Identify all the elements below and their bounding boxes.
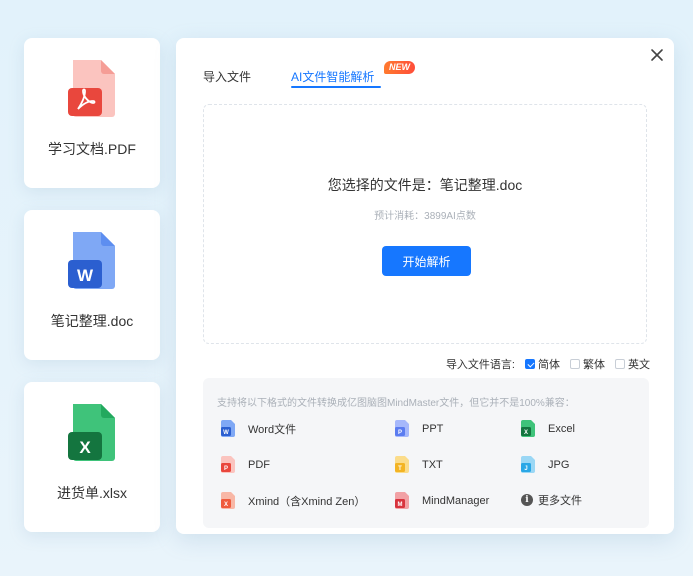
format-letter: M xyxy=(398,502,403,508)
jpg-icon: J xyxy=(521,456,535,473)
format-item-jpg: J JPG xyxy=(521,456,569,473)
ppt-icon: P xyxy=(395,420,409,437)
format-letter: W xyxy=(223,430,229,436)
format-label: Excel xyxy=(548,422,575,435)
format-label: TXT xyxy=(422,458,443,471)
file-card-excel[interactable]: X 进货单.xlsx xyxy=(24,382,160,532)
tab-ai-parse[interactable]: AI文件智能解析 xyxy=(291,68,374,85)
format-label: 更多文件 xyxy=(538,495,582,507)
pdf-file-icon xyxy=(68,60,115,117)
lang-option-label: 简体 xyxy=(538,359,560,371)
formats-note: 支持将以下格式的文件转换成亿图脑图MindMaster文件，但它并不是100%兼… xyxy=(217,398,575,409)
format-item-mindmanager: M MindManager xyxy=(395,492,489,509)
format-item-pdf: P PDF xyxy=(221,456,270,473)
lang-option-label: 英文 xyxy=(628,359,650,371)
word-glyph: W xyxy=(77,266,94,285)
lang-option-english[interactable]: 英文 xyxy=(615,356,650,372)
file-card-name: 学习文档.PDF xyxy=(48,141,136,157)
checkbox-checked-icon[interactable] xyxy=(525,359,535,369)
supported-formats: 支持将以下格式的文件转换成亿图脑图MindMaster文件，但它并不是100%兼… xyxy=(203,378,649,528)
checkbox-icon[interactable] xyxy=(570,359,580,369)
format-label: MindManager xyxy=(422,494,490,507)
format-label: PPT xyxy=(422,422,444,435)
more-files-link[interactable]: i 更多文件 xyxy=(521,492,582,508)
format-item-word: W Word文件 xyxy=(221,420,296,437)
start-parse-button[interactable]: 开始解析 xyxy=(382,246,471,276)
language-label: 导入文件语言: xyxy=(445,359,515,371)
format-label: Xmind（含Xmind Zen） xyxy=(248,495,366,508)
format-letter: P xyxy=(224,466,228,472)
excel-file-icon: X xyxy=(68,404,115,461)
format-label: PDF xyxy=(248,458,270,471)
import-dialog: 导入文件 AI文件智能解析 NEW 您选择的文件是：笔记整理.doc 预计消耗：… xyxy=(176,38,674,534)
format-item-excel: X Excel xyxy=(521,420,575,437)
excel-icon: X xyxy=(521,420,535,437)
lang-option-label: 繁体 xyxy=(583,359,605,371)
new-badge: NEW xyxy=(384,61,415,74)
file-card-pdf[interactable]: 学习文档.PDF xyxy=(24,38,160,188)
more-info-icon: i xyxy=(521,494,533,506)
format-item-txt: T TXT xyxy=(395,456,443,473)
lang-option-simplified[interactable]: 简体 xyxy=(525,356,560,372)
txt-icon: T xyxy=(395,456,409,473)
selected-file-text: 您选择的文件是：笔记整理.doc xyxy=(327,177,523,193)
lang-option-traditional[interactable]: 繁体 xyxy=(570,356,605,372)
checkbox-icon[interactable] xyxy=(615,359,625,369)
format-letter: P xyxy=(398,430,402,436)
format-label: Word文件 xyxy=(248,423,297,436)
file-card-word[interactable]: W 笔记整理.doc xyxy=(24,210,160,360)
format-letter: X xyxy=(524,430,528,436)
language-selector: 导入文件语言: 简体 繁体 英文 xyxy=(446,356,650,372)
file-card-name: 进货单.xlsx xyxy=(57,485,127,501)
pdf-icon: P xyxy=(221,456,235,473)
file-dropzone[interactable]: 您选择的文件是：笔记整理.doc 预计消耗：3899AI点数 开始解析 xyxy=(203,104,647,344)
active-tab-indicator xyxy=(291,86,381,88)
file-card-name: 笔记整理.doc xyxy=(50,313,134,329)
format-item-xmind: X Xmind（含Xmind Zen） xyxy=(221,492,365,509)
estimated-cost-text: 预计消耗：3899AI点数 xyxy=(374,211,476,222)
tab-import-file[interactable]: 导入文件 xyxy=(203,68,251,85)
word-icon: W xyxy=(221,420,235,437)
format-item-ppt: P PPT xyxy=(395,420,443,437)
format-label: JPG xyxy=(548,458,570,471)
format-letter: T xyxy=(398,466,402,472)
word-file-icon: W xyxy=(68,232,115,289)
format-letter: X xyxy=(224,502,228,508)
excel-glyph: X xyxy=(79,438,91,457)
format-letter: J xyxy=(524,466,527,472)
close-icon[interactable] xyxy=(650,48,664,62)
mindmanager-icon: M xyxy=(395,492,409,509)
xmind-icon: X xyxy=(221,492,235,509)
